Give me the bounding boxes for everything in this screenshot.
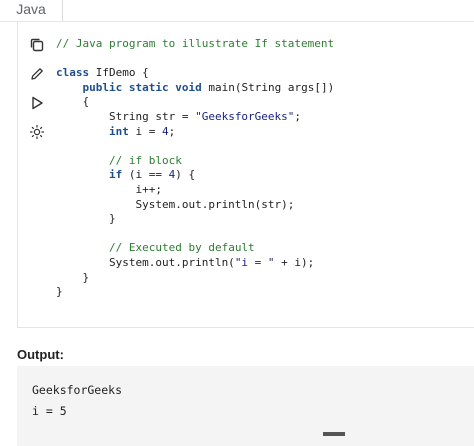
code-line: public static void main(String args[]) <box>82 80 335 94</box>
code-line: System.out.println(str); <box>56 197 295 211</box>
scrollbar-thumb[interactable] <box>323 432 345 436</box>
copy-icon <box>30 38 44 52</box>
output-title: Output: <box>17 347 64 362</box>
code-line: System.out.println("i = " + i); <box>56 255 315 269</box>
run-button[interactable] <box>26 92 48 114</box>
edit-button[interactable] <box>26 63 48 85</box>
code-line: { <box>56 95 90 109</box>
code-line: // Java program to illustrate If stateme… <box>56 37 335 50</box>
code-line: class IfDemo { <box>56 66 149 80</box>
code-line: i++; <box>56 182 162 196</box>
theme-icon <box>29 124 45 140</box>
code-line: String str = "GeeksforGeeks"; <box>56 109 302 123</box>
code-block: // Java program to illustrate If stateme… <box>56 37 334 300</box>
tab-java[interactable]: Java <box>0 0 63 21</box>
output-line: i = 5 <box>32 404 67 418</box>
output-box: GeeksforGeeks i = 5 <box>17 366 474 446</box>
theme-toggle-button[interactable] <box>26 121 48 143</box>
edit-icon <box>31 68 43 80</box>
run-icon <box>32 96 43 110</box>
code-line: // Executed by default <box>108 241 255 255</box>
code-line: } <box>56 212 116 226</box>
language-tab-bar: Java <box>0 0 474 22</box>
code-line: if (i == 4) { <box>108 168 196 182</box>
code-line: } <box>56 285 63 299</box>
code-line: } <box>56 270 90 284</box>
output-line: GeeksforGeeks <box>32 383 123 397</box>
code-line: int i = 4; <box>108 124 176 138</box>
copy-button[interactable] <box>26 34 48 56</box>
code-line: // if block <box>108 153 182 167</box>
